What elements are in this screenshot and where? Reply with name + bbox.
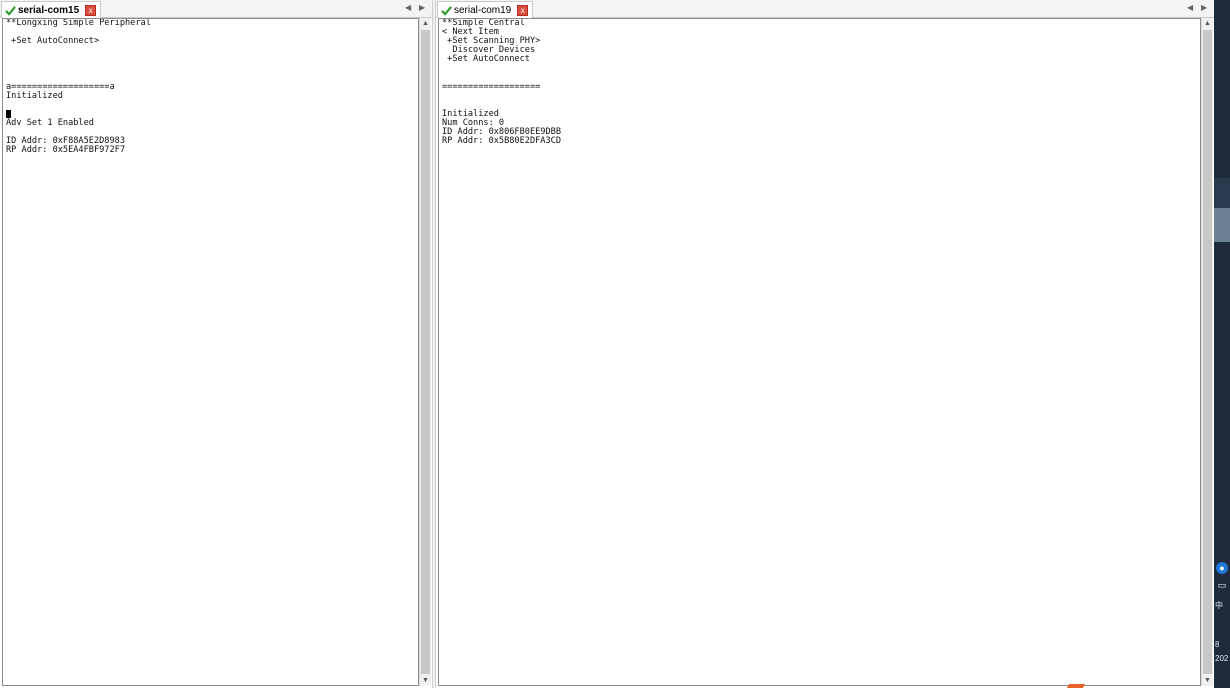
tab-scroll-left-icon[interactable]: ◀	[1187, 3, 1193, 12]
terminal-line: ===================	[442, 81, 541, 92]
scroll-down-icon[interactable]: ▼	[420, 675, 431, 686]
taskbar-segment	[1214, 178, 1230, 208]
terminal-line: < Next Item	[442, 27, 499, 38]
terminal-line: +Set Scanning PHY>	[442, 36, 541, 47]
terminal-line: RP Addr: 0x5B80E2DFA3CD	[442, 136, 561, 147]
terminal-pane-com15: serial-com15 x ◀ ▶ **Longxing Simple Per…	[0, 0, 432, 688]
ime-indicator[interactable]: 中	[1215, 600, 1223, 611]
tab-serial-com15[interactable]: serial-com15 x	[1, 1, 102, 18]
terminal-line: **Simple Central	[442, 18, 525, 28]
terminal-line: Discover Devices	[442, 45, 536, 56]
close-tab-icon[interactable]: x	[517, 4, 529, 16]
terminal-pane-com19: serial-com19 x ◀ ▶ **Simple Central < Nex…	[436, 0, 1214, 688]
tab-label: serial-com19	[454, 4, 512, 16]
clock-time: 8	[1215, 640, 1220, 649]
scroll-thumb[interactable]	[1203, 30, 1212, 674]
terminal-output[interactable]: **Simple Central < Next Item +Set Scannin…	[438, 18, 1201, 686]
tab-label: serial-com15	[18, 4, 80, 16]
scroll-thumb[interactable]	[421, 30, 430, 674]
check-icon	[441, 5, 452, 16]
tab-bar: serial-com15 x ◀ ▶	[0, 0, 432, 18]
clock-date: 202	[1215, 654, 1229, 663]
close-tab-icon[interactable]: x	[85, 4, 97, 16]
tab-scroll-right-icon[interactable]: ▶	[1201, 3, 1207, 12]
overlay-mark	[1066, 684, 1086, 688]
tab-serial-com19[interactable]: serial-com19 x	[437, 1, 534, 18]
terminal-line: +Set AutoConnect>	[6, 36, 100, 47]
network-icon[interactable]: ●	[1216, 562, 1228, 574]
vertical-scrollbar[interactable]: ▲ ▼	[1201, 18, 1213, 686]
scroll-up-icon[interactable]: ▲	[420, 18, 431, 29]
check-icon	[5, 5, 16, 16]
vertical-scrollbar[interactable]: ▲ ▼	[419, 18, 431, 686]
text-cursor	[6, 109, 11, 118]
terminal-line: a===================a	[6, 81, 115, 92]
terminal-line: Adv Set 1 Enabled	[6, 118, 94, 129]
scroll-down-icon[interactable]: ▼	[1202, 675, 1213, 686]
tab-scroll-left-icon[interactable]: ◀	[405, 3, 411, 12]
taskbar-segment	[1214, 208, 1230, 242]
taskbar-edge: ● ▭ 中 8 202	[1214, 0, 1230, 688]
tab-bar: serial-com19 x ◀ ▶	[436, 0, 1214, 18]
terminal-line: Initialized	[442, 108, 499, 119]
terminal-output[interactable]: **Longxing Simple Peripheral +Set AutoCo…	[2, 18, 419, 686]
display-icon[interactable]: ▭	[1216, 579, 1228, 591]
terminal-line: Initialized	[6, 90, 63, 101]
terminal-line: RP Addr: 0x5EA4FBF972F7	[6, 145, 125, 156]
tab-scroll-right-icon[interactable]: ▶	[419, 3, 425, 12]
terminal-line: **Longxing Simple Peripheral	[6, 18, 151, 28]
scroll-up-icon[interactable]: ▲	[1202, 18, 1213, 29]
terminal-line: +Set AutoConnect	[442, 54, 530, 65]
